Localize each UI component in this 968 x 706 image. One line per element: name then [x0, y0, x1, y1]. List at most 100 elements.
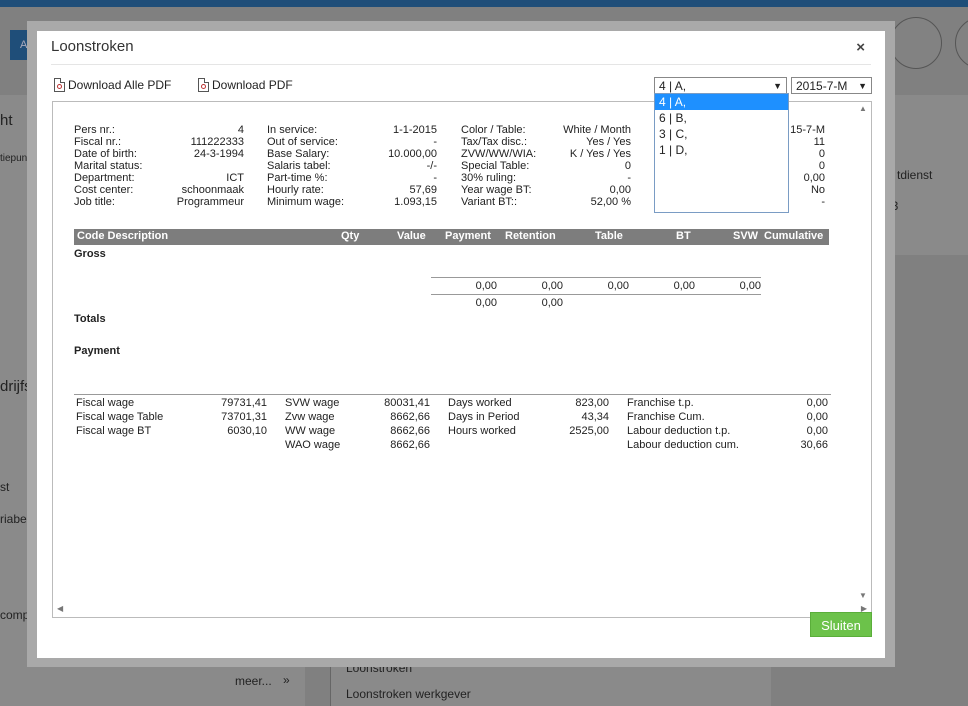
employee-option[interactable]: 4 | A, [655, 94, 788, 110]
info-value: 24-3-1994 [193, 148, 244, 160]
employee-select-value: 4 | A, [659, 79, 687, 93]
summary-value: 43,34 [581, 411, 609, 423]
period-select-value: 2015-7-M [796, 79, 848, 93]
info-label: Date of birth: [74, 148, 137, 160]
background-text: tiepunt [0, 153, 31, 164]
employee-dropdown-list[interactable]: 4 | A, 6 | B, 3 | C, 1 | D, [654, 93, 789, 213]
info-value: 10.000,00 [388, 148, 437, 160]
info-label: Job title: [74, 196, 115, 208]
app-topbar [0, 0, 968, 7]
employee-select[interactable]: 4 | A, ▼ [654, 77, 787, 94]
gross-total: 0,00 [541, 297, 563, 309]
gross-subtotal: 0,00 [475, 280, 497, 292]
info-value: K / Yes / Yes [569, 148, 631, 160]
info-value: 52,00 % [590, 196, 631, 208]
info-value: 0 [624, 160, 631, 172]
info-label: Out of service: [267, 136, 338, 148]
gross-total: 0,00 [475, 297, 497, 309]
header-code-description: Code Description [77, 230, 169, 242]
employee-option[interactable]: 1 | D, [655, 142, 788, 158]
info-label: Minimum wage: [267, 196, 345, 208]
summary-value: 73701,31 [221, 411, 267, 423]
info-label: Fiscal nr.: [74, 136, 122, 148]
download-pdf-button[interactable]: Download PDF [198, 78, 293, 92]
pdf-icon [198, 78, 209, 92]
modal-title: Loonstroken [51, 38, 134, 55]
summary-label: Fiscal wage Table [76, 411, 164, 423]
info-label: 30% ruling: [461, 172, 517, 184]
payslip-modal: Loonstroken × Download Alle PDF Download… [37, 31, 885, 658]
info-label: Pers nr.: [74, 124, 115, 136]
summary-label: Fiscal wage [76, 397, 135, 409]
background-more-link: meer... [235, 674, 272, 688]
pdf-icon [54, 78, 65, 92]
summary-value: 79731,41 [221, 397, 267, 409]
info-value: 4 [237, 124, 244, 136]
summary-label: SVW wage [285, 397, 340, 409]
summary-label: Franchise t.p. [627, 397, 694, 409]
scroll-down-icon[interactable]: ▼ [859, 591, 867, 600]
summary-label: Fiscal wage BT [76, 425, 152, 437]
employee-option[interactable]: 3 | C, [655, 126, 788, 142]
info-value: 1.093,15 [394, 196, 437, 208]
background-link-loonstroken-werkgever: Loonstroken werkgever [346, 687, 471, 701]
horizontal-scrollbar[interactable]: ◀ ▶ [52, 602, 872, 618]
totals-section-label: Totals [74, 313, 106, 325]
title-divider [51, 64, 871, 65]
subtotal-divider [431, 277, 761, 278]
summary-value: 0,00 [806, 425, 828, 437]
download-pdf-label: Download PDF [212, 78, 293, 92]
summary-value: 8662,66 [390, 411, 430, 423]
info-label: In service: [267, 124, 318, 136]
info-value: - [627, 172, 631, 184]
period-select[interactable]: 2015-7-M ▼ [791, 77, 872, 94]
chevron-double-right-icon: » [283, 673, 290, 687]
vertical-scrollbar[interactable]: ▲ ▼ [856, 102, 871, 602]
scroll-left-icon[interactable]: ◀ [57, 604, 63, 613]
summary-value: 30,66 [800, 439, 828, 451]
close-icon[interactable]: × [856, 39, 865, 56]
info-label: Variant BT:: [461, 196, 518, 208]
info-value: ICT [226, 172, 244, 184]
payment-section-label: Payment [74, 345, 120, 357]
summary-label: Days worked [448, 397, 512, 409]
info-value: 0,00 [609, 184, 631, 196]
download-all-pdf-button[interactable]: Download Alle PDF [54, 78, 171, 92]
gross-section-label: Gross [74, 248, 106, 260]
header-bt: BT [676, 230, 691, 242]
header-retention: Retention [505, 230, 556, 242]
header-table: Table [595, 230, 623, 242]
background-text: st [0, 480, 10, 494]
menu-list-icon [890, 17, 942, 69]
info-value: schoonmaak [181, 184, 244, 196]
info-label: Marital status: [74, 160, 143, 172]
info-value: Yes / Yes [586, 136, 631, 148]
info-label: Cost center: [74, 184, 134, 196]
header-qty: Qty [341, 230, 360, 242]
scroll-up-icon[interactable]: ▲ [859, 104, 867, 113]
summary-value: 0,00 [806, 397, 828, 409]
summary-value: 8662,66 [390, 439, 430, 451]
summary-value: 80031,41 [384, 397, 430, 409]
background-text: riabel [0, 512, 30, 526]
info-value: White / Month [563, 124, 631, 136]
info-label: Hourly rate: [267, 184, 324, 196]
gross-subtotal: 0,00 [673, 280, 695, 292]
info-value: - [433, 136, 437, 148]
info-label: Salaris tabel: [267, 160, 331, 172]
gross-subtotal: 0,00 [739, 280, 761, 292]
info-label: Base Salary: [267, 148, 330, 160]
gross-subtotal: 0,00 [607, 280, 629, 292]
summary-label: WW wage [285, 425, 336, 437]
info-value: - [433, 172, 437, 184]
summary-value: 8662,66 [390, 425, 430, 437]
info-label: Year wage BT: [461, 184, 532, 196]
summary-value: 823,00 [575, 397, 609, 409]
sluiten-button[interactable]: Sluiten [810, 612, 872, 637]
info-label: Special Table: [461, 160, 530, 172]
table-header: Code Description Qty Value Payment Reten… [74, 229, 829, 245]
employee-option[interactable]: 6 | B, [655, 110, 788, 126]
info-label: ZVW/WW/WIA: [461, 148, 537, 160]
header-value: Value [397, 230, 426, 242]
info-label: Department: [74, 172, 135, 184]
